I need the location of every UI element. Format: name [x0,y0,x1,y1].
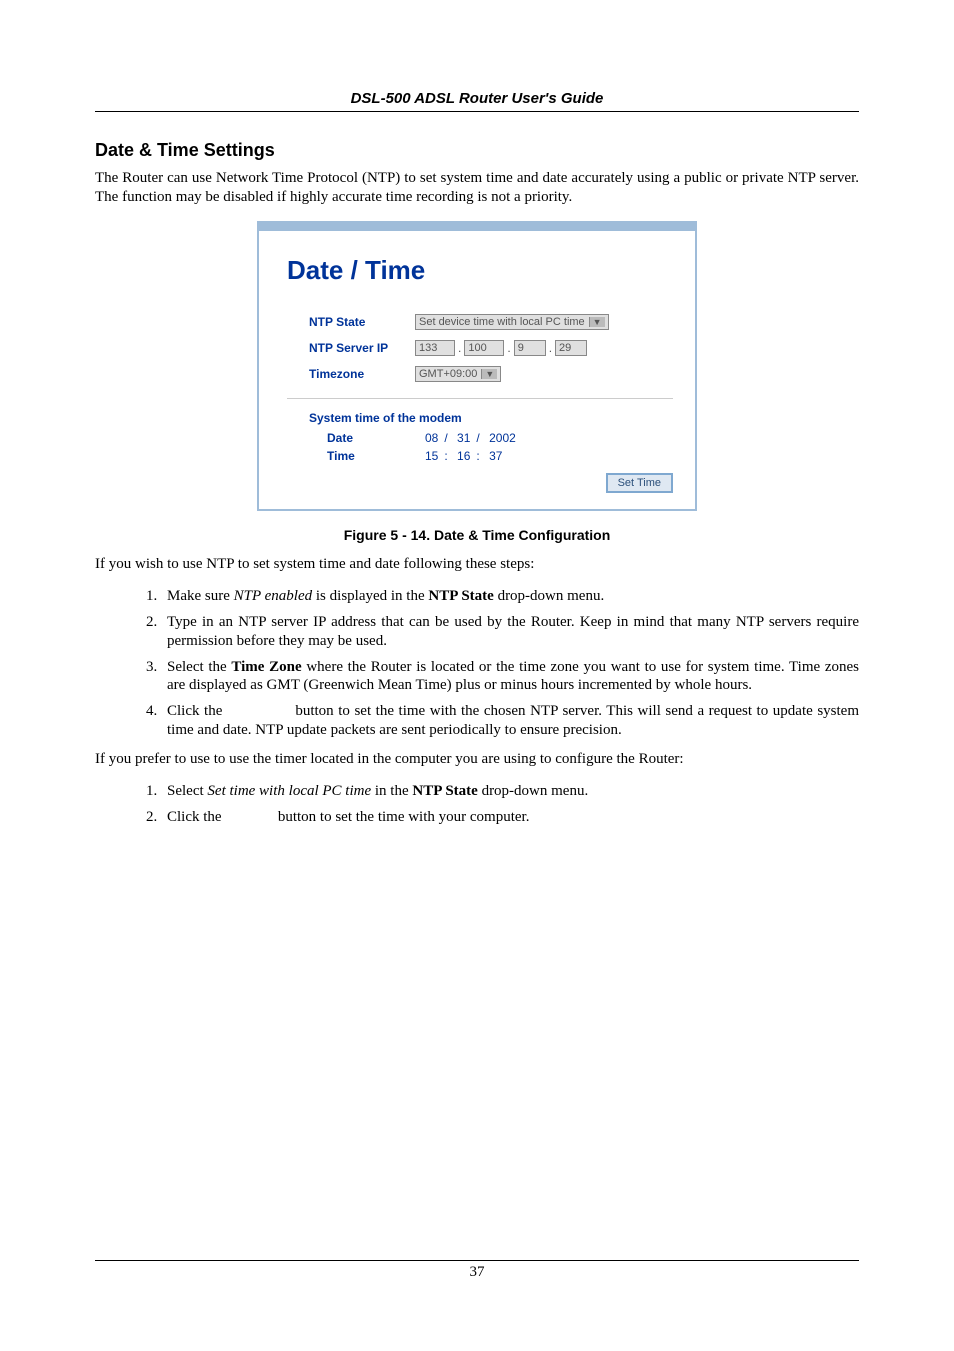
ip-octet-1[interactable]: 133 [415,340,455,356]
label-timezone: Timezone [287,367,415,381]
dot: . [458,341,461,355]
step-a-2: Type in an NTP server IP address that ca… [161,613,859,651]
timezone-value: GMT+09:00 [419,368,477,380]
dot: . [507,341,510,355]
dot: . [549,341,552,355]
time-minute: 16 [457,449,470,463]
row-timezone: Timezone GMT+09:00 ▼ [287,366,673,382]
ntp-state-select[interactable]: Set device time with local PC time ▼ [415,314,609,330]
timezone-select[interactable]: GMT+09:00 ▼ [415,366,501,382]
time-values: 15: 16: 37 [425,449,508,463]
step-a-3: Select the Time Zone where the Router is… [161,658,859,696]
time-second: 37 [489,449,502,463]
date-row: Date 08/ 31/ 2002 [287,431,673,445]
label-ntp-state: NTP State [287,315,415,329]
step-a-4: Click the button to set the time with th… [161,702,859,740]
steps-list-b: Select Set time with local PC time in th… [95,782,859,827]
time-row: Time 15: 16: 37 [287,449,673,463]
ip-field-group: 133. 100. 9. 29 [415,340,587,356]
system-time-heading: System time of the modem [287,411,673,425]
chevron-down-icon: ▼ [589,317,605,327]
page-footer: 37 [95,1260,859,1281]
date-year: 2002 [489,431,516,445]
date-day: 31 [457,431,470,445]
page-header: DSL-500 ADSL Router User's Guide [95,90,859,112]
intro-paragraph: The Router can use Network Time Protocol… [95,169,859,207]
ntp-state-value: Set device time with local PC time [419,316,585,328]
chevron-down-icon: ▼ [481,369,497,379]
panel-title: Date / Time [287,255,673,286]
row-ntp-state: NTP State Set device time with local PC … [287,314,673,330]
step-b-1: Select Set time with local PC time in th… [161,782,859,801]
label-ntp-server-ip: NTP Server IP [287,341,415,355]
figure-caption: Figure 5 - 14. Date & Time Configuration [95,527,859,543]
button-row: Set Time [287,473,673,493]
ip-octet-4[interactable]: 29 [555,340,587,356]
step-b-2: Click the button to set the time with yo… [161,808,859,827]
row-ntp-server-ip: NTP Server IP 133. 100. 9. 29 [287,340,673,356]
date-values: 08/ 31/ 2002 [425,431,522,445]
ip-octet-3[interactable]: 9 [514,340,546,356]
page-number: 37 [470,1264,485,1280]
step-a-1: Make sure NTP enabled is displayed in th… [161,587,859,606]
figure-wrap: Date / Time NTP State Set device time wi… [95,221,859,511]
date-month: 08 [425,431,438,445]
set-time-button[interactable]: Set Time [606,473,673,493]
after-fig-text-1: If you wish to use NTP to set system tim… [95,555,859,574]
after-fig-text-2: If you prefer to use to use the timer lo… [95,750,859,769]
ip-octet-2[interactable]: 100 [464,340,504,356]
date-time-panel: Date / Time NTP State Set device time wi… [257,221,697,511]
time-label: Time [327,449,425,463]
date-label: Date [327,431,425,445]
section-title: Date & Time Settings [95,140,859,161]
time-hour: 15 [425,449,438,463]
divider [287,398,673,399]
steps-list-a: Make sure NTP enabled is displayed in th… [95,587,859,739]
